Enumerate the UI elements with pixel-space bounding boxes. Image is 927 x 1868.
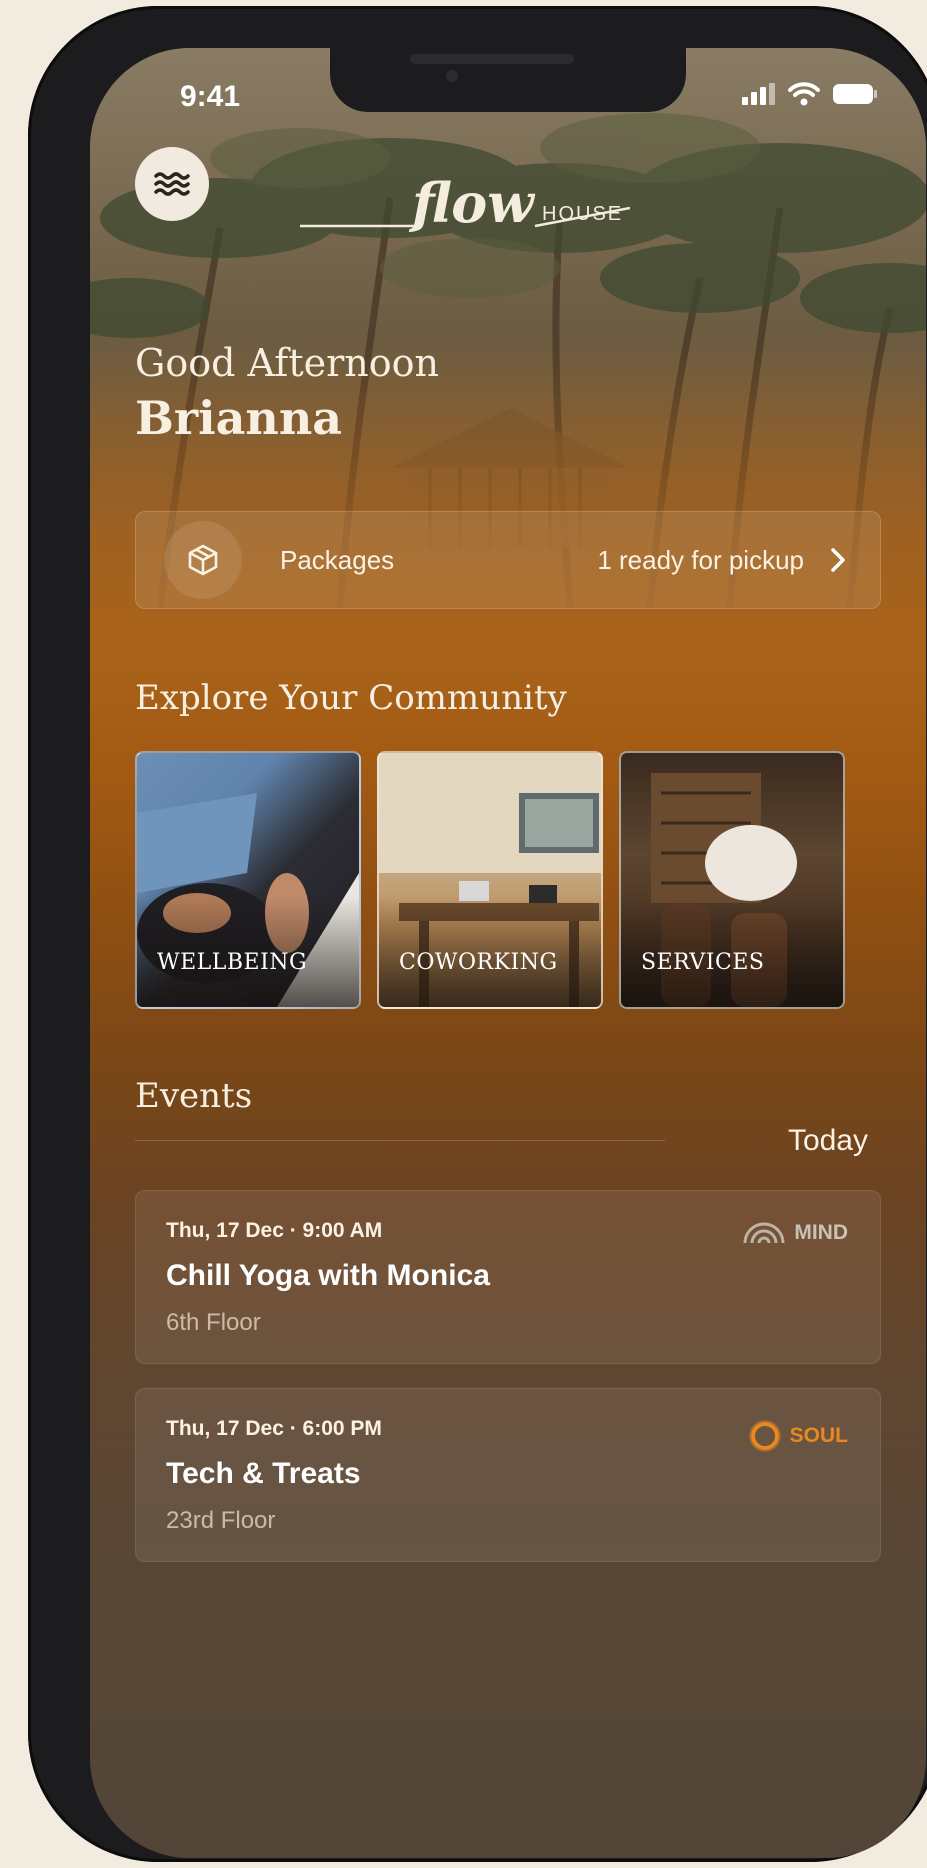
phone-frame: 9:41 flow HOUSE Good Afternoon Brianna P… — [28, 6, 927, 1862]
event-tag-label: MIND — [794, 1221, 848, 1244]
flow-house-logo: flow HOUSE — [300, 164, 631, 236]
svg-text:HOUSE: HOUSE — [542, 203, 623, 225]
greeting-salutation: Good Afternoon — [135, 341, 439, 385]
battery-icon — [833, 84, 877, 104]
events-filter-today[interactable]: Today — [788, 1124, 868, 1158]
status-icons — [742, 82, 878, 106]
packages-card[interactable]: Packages 1 ready for pickup — [135, 511, 881, 609]
event-date: Thu, 17 Dec · 9:00 AM — [166, 1219, 383, 1242]
event-card[interactable]: Thu, 17 Dec · 9:00 AM Chill Yoga with Mo… — [135, 1190, 881, 1364]
camera-icon — [446, 70, 458, 82]
greeting-name: Brianna — [135, 391, 343, 445]
packages-label: Packages — [280, 544, 395, 575]
wifi-icon — [788, 82, 820, 106]
events-section-title: Events — [135, 1076, 253, 1116]
tile-label: SERVICES — [641, 950, 765, 975]
bottom-fade — [90, 1818, 926, 1858]
event-location: 6th Floor — [166, 1309, 261, 1336]
mind-rainbow-icon — [743, 1222, 785, 1244]
device-speaker — [410, 54, 574, 64]
event-title: Chill Yoga with Monica — [166, 1259, 490, 1292]
event-date: Thu, 17 Dec · 6:00 PM — [166, 1417, 382, 1440]
soul-ring-icon — [748, 1420, 781, 1452]
tile-label: WELLBEING — [157, 950, 308, 975]
event-location: 23rd Floor — [166, 1507, 276, 1534]
tile-coworking[interactable]: COWORKING — [377, 751, 603, 1009]
menu-button[interactable] — [135, 147, 209, 221]
tile-label: COWORKING — [399, 950, 558, 975]
event-tag-soul: SOUL — [748, 1419, 848, 1453]
chevron-right-icon — [830, 547, 846, 573]
tile-services[interactable]: SERVICES — [619, 751, 845, 1009]
greeting: Good Afternoon Brianna — [135, 340, 439, 446]
signal-icon — [742, 83, 775, 105]
event-title: Tech & Treats — [166, 1457, 361, 1490]
event-card[interactable]: Thu, 17 Dec · 6:00 PM Tech & Treats 23rd… — [135, 1388, 881, 1562]
events-divider — [135, 1140, 665, 1141]
package-box-icon — [164, 521, 242, 599]
menu-waves-icon — [154, 172, 190, 196]
event-tag-label: SOUL — [789, 1424, 848, 1447]
packages-status: 1 ready for pickup — [597, 544, 804, 575]
explore-section-title: Explore Your Community — [135, 678, 567, 718]
explore-tiles: WELLBEING COWORKING SERVICES — [135, 751, 845, 1009]
app-screen: 9:41 flow HOUSE Good Afternoon Brianna P… — [90, 48, 926, 1858]
svg-text:flow: flow — [408, 171, 536, 235]
status-time: 9:41 — [180, 80, 241, 113]
event-tag-mind: MIND — [742, 1221, 848, 1245]
tile-wellbeing[interactable]: WELLBEING — [135, 751, 361, 1009]
